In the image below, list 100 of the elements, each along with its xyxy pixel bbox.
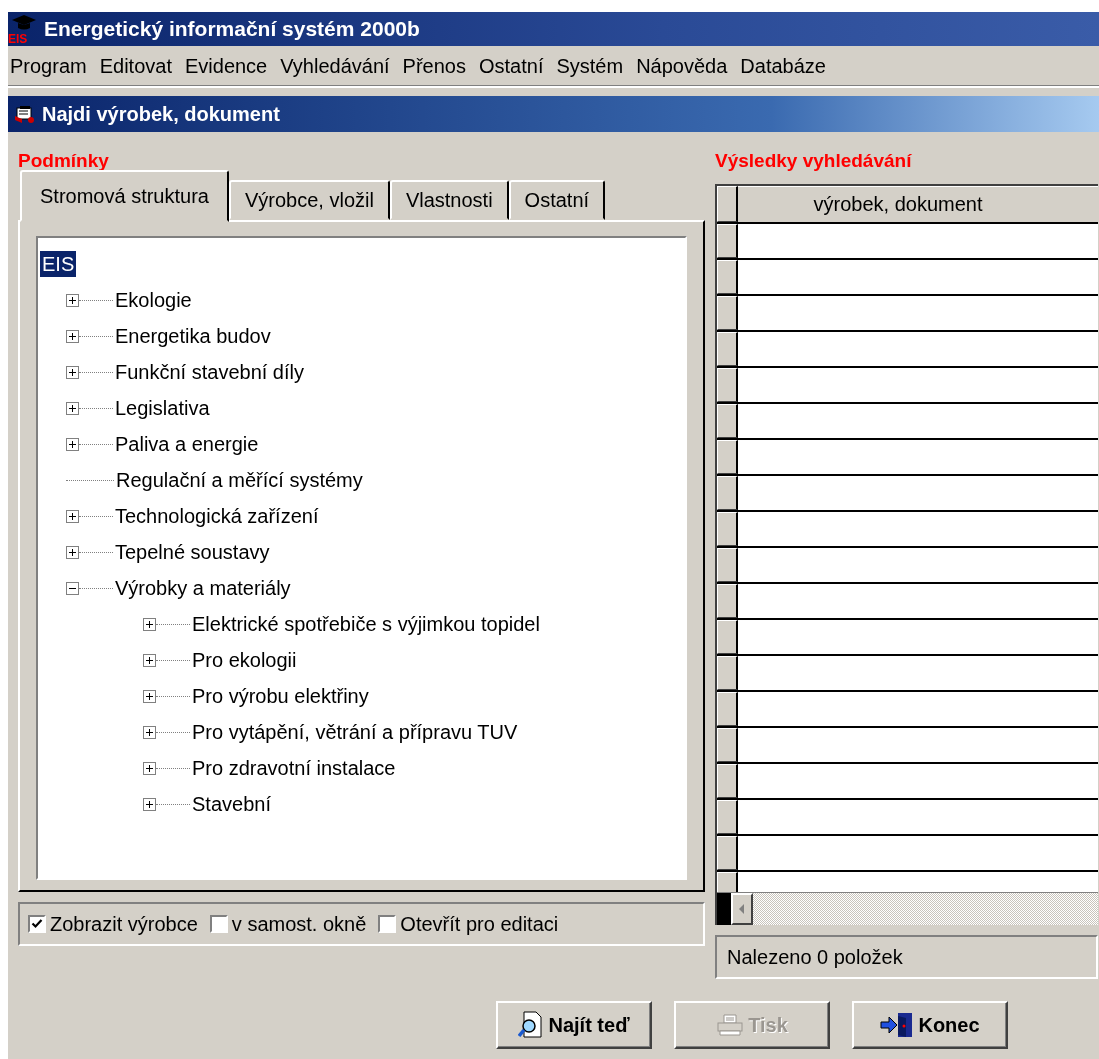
table-row[interactable] [717, 728, 1098, 764]
row-selector[interactable] [717, 224, 738, 258]
table-row[interactable] [717, 404, 1098, 440]
menu-item[interactable]: Program [8, 52, 98, 80]
row-selector[interactable] [717, 368, 738, 402]
table-row[interactable] [717, 440, 1098, 476]
tree-item[interactable]: Pro výrobu elektřiny [190, 683, 371, 709]
menu-item[interactable]: Systém [554, 52, 635, 80]
action-button[interactable]: Najít teď [496, 1001, 652, 1049]
menu-item[interactable]: Vyhledávání [278, 52, 401, 80]
expand-icon[interactable] [66, 437, 79, 451]
row-selector[interactable] [717, 728, 738, 762]
row-selector[interactable] [717, 620, 738, 654]
row-selector[interactable] [717, 548, 738, 582]
expand-icon[interactable] [66, 365, 79, 379]
tree-item[interactable]: Regulační a měřící systémy [114, 467, 365, 493]
table-row[interactable] [717, 836, 1098, 872]
expand-icon[interactable] [143, 797, 156, 811]
table-row[interactable] [717, 692, 1098, 728]
collapse-icon[interactable] [66, 581, 79, 595]
left-arrow-icon [739, 904, 745, 914]
expand-icon[interactable] [66, 545, 79, 559]
tree-item[interactable]: Tepelné soustavy [113, 539, 272, 565]
scrollbar[interactable] [717, 892, 1098, 925]
menu-item[interactable]: Ostatní [476, 52, 555, 80]
tree-item[interactable]: Technologická zařízení [113, 503, 321, 529]
table-row[interactable] [717, 332, 1098, 368]
tree-item[interactable]: Stavební [190, 791, 273, 817]
column-header[interactable]: výrobek, dokument [738, 186, 1098, 222]
checkbox-label[interactable]: Zobrazit výrobce [50, 912, 198, 936]
expand-icon[interactable] [143, 725, 156, 739]
table-row[interactable] [717, 764, 1098, 800]
row-selector[interactable] [717, 440, 738, 474]
scroll-left-button[interactable] [731, 893, 753, 925]
section-heading: Výsledky vyhledávání [715, 149, 913, 172]
checkmark-icon [31, 918, 43, 930]
table-row[interactable] [717, 584, 1098, 620]
expand-icon[interactable] [66, 293, 79, 307]
tree-item[interactable]: EIS [40, 251, 77, 277]
tree-item[interactable]: Legislativa [113, 395, 212, 421]
table-row[interactable] [717, 620, 1098, 656]
table-row[interactable] [717, 512, 1098, 548]
row-selector[interactable] [717, 800, 738, 834]
tree-item[interactable]: Výrobky a materiály [113, 575, 293, 601]
row-selector[interactable] [717, 656, 738, 690]
row-selector[interactable] [717, 296, 738, 330]
tab[interactable]: Stromová struktura [20, 170, 229, 222]
printer-icon [716, 1013, 745, 1037]
expand-icon[interactable] [66, 401, 79, 415]
window-title: Energetický informační systém 2000b [44, 17, 420, 41]
action-button[interactable]: Konec [852, 1001, 1008, 1049]
row-selector[interactable] [717, 584, 738, 618]
tree-item[interactable]: Ekologie [113, 287, 194, 313]
tree-item[interactable]: Elektrické spotřebiče s výjimkou topidel [190, 611, 542, 637]
table-row[interactable] [717, 368, 1098, 404]
row-selector[interactable] [717, 332, 738, 366]
table-row[interactable] [717, 548, 1098, 584]
table-row[interactable] [717, 476, 1098, 512]
row-selector[interactable] [717, 260, 738, 294]
tree-item[interactable]: Pro zdravotní instalace [190, 755, 398, 781]
dialog-title: Najdi výrobek, dokument [42, 102, 280, 126]
table-row[interactable] [717, 260, 1098, 296]
checkbox[interactable] [378, 915, 397, 933]
tab[interactable]: Výrobce, vložil [228, 180, 390, 220]
row-selector[interactable] [717, 512, 738, 546]
expand-icon[interactable] [143, 617, 156, 631]
row-selector[interactable] [717, 476, 738, 510]
row-selector[interactable] [717, 404, 738, 438]
tree-item[interactable]: Pro ekologii [190, 647, 299, 673]
table-row[interactable] [717, 800, 1098, 836]
document-search-icon [518, 1011, 545, 1039]
menu-item[interactable]: Editovat [97, 52, 183, 80]
checkbox-label[interactable]: v samost. okně [231, 912, 367, 936]
menu-item[interactable]: Databáze [738, 52, 837, 80]
tree-item[interactable]: Paliva a energie [113, 431, 261, 457]
checkbox-label[interactable]: Otevřít pro editaci [400, 912, 559, 936]
menu-item[interactable]: Evidence [182, 52, 279, 80]
expand-icon[interactable] [66, 329, 79, 343]
row-selector[interactable] [717, 836, 738, 870]
tab[interactable]: Ostatní [508, 180, 606, 220]
status-text: Nalezeno 0 položek [715, 935, 1098, 979]
table-row[interactable] [717, 224, 1098, 260]
table-row[interactable] [717, 656, 1098, 692]
row-selector[interactable] [717, 764, 738, 798]
section-heading: Podmínky [18, 149, 110, 172]
row-selector[interactable] [717, 692, 738, 726]
tree-item[interactable]: Energetika budov [113, 323, 273, 349]
checkbox[interactable] [28, 915, 46, 933]
scrollbar-corner [717, 893, 731, 925]
menu-item[interactable]: Přenos [400, 52, 477, 80]
expand-icon[interactable] [143, 653, 156, 667]
menu-item[interactable]: Nápověda [634, 52, 739, 80]
tree-item[interactable]: Funkční stavební díly [113, 359, 306, 385]
expand-icon[interactable] [143, 761, 156, 775]
table-row[interactable] [717, 296, 1098, 332]
checkbox[interactable] [209, 915, 228, 933]
expand-icon[interactable] [143, 689, 156, 703]
expand-icon[interactable] [66, 509, 79, 523]
tab[interactable]: Vlastnosti [389, 180, 509, 220]
tree-item[interactable]: Pro vytápění, větrání a přípravu TUV [190, 719, 520, 745]
